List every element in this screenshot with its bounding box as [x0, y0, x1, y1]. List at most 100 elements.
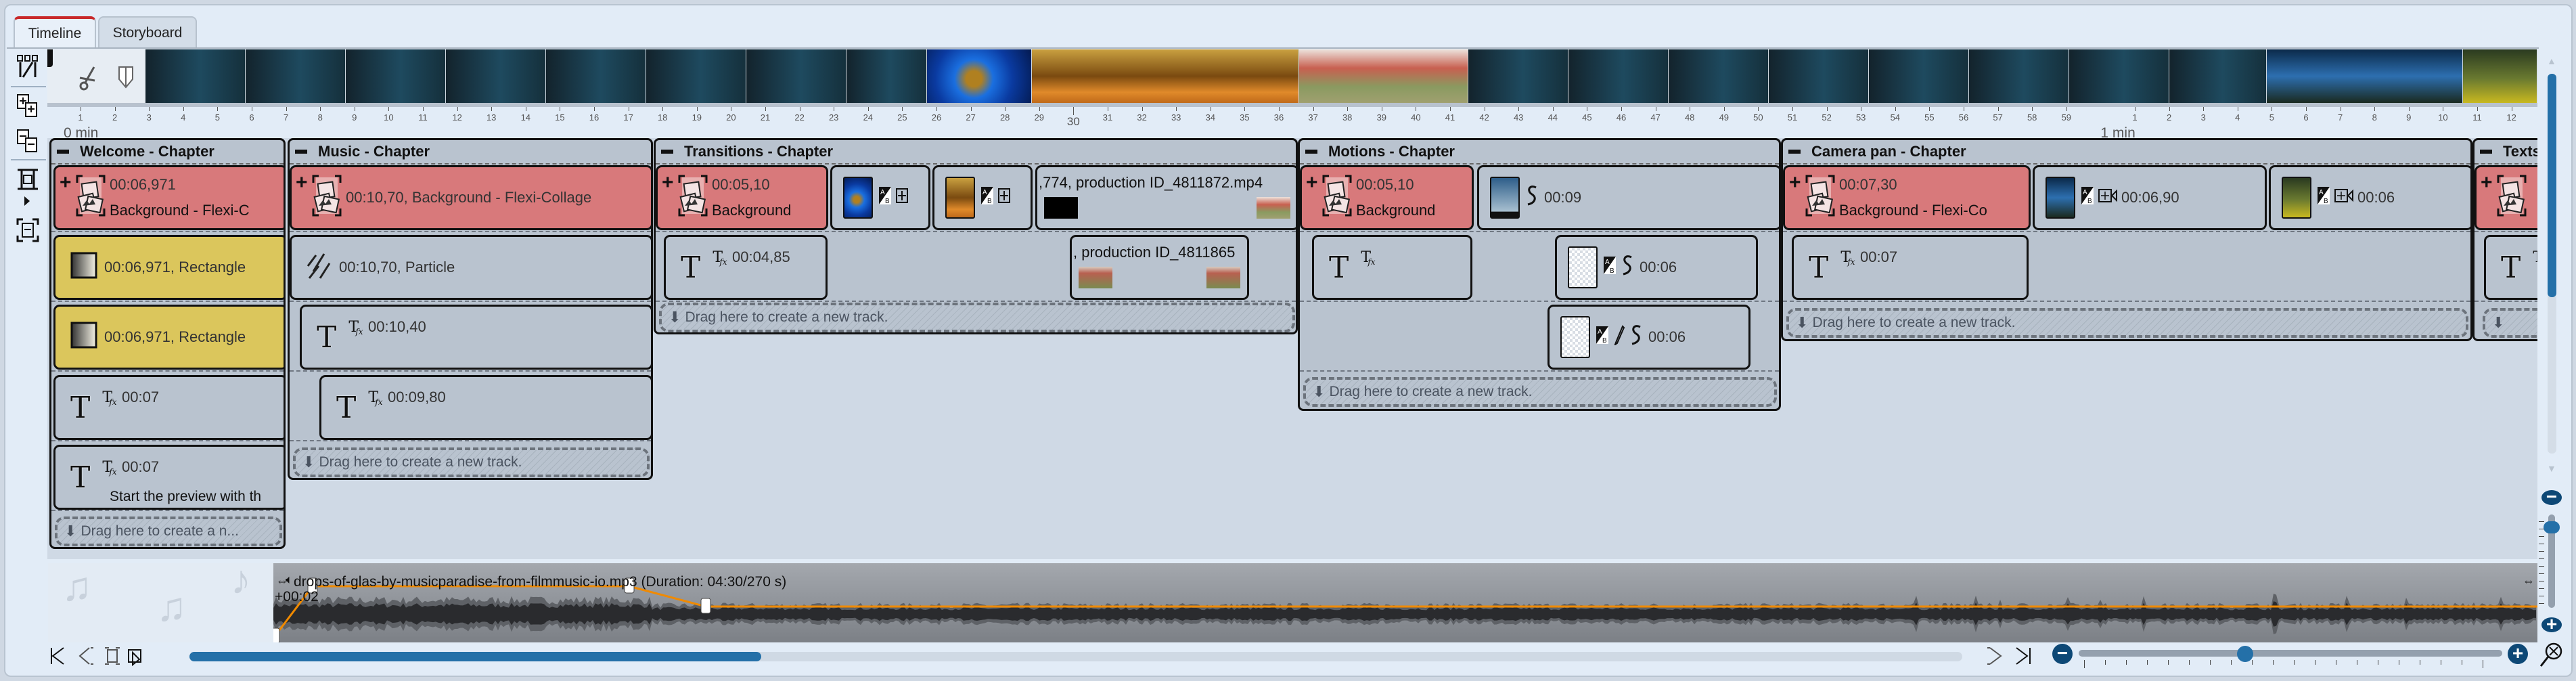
video-clip[interactable]: , production ID_4811865: [1070, 235, 1249, 300]
chapter-header[interactable]: Motions - Chapter: [1300, 140, 1779, 164]
flexi-collage-icon: [1322, 175, 1352, 221]
fit-height-icon[interactable]: [16, 167, 39, 192]
speaker-icon[interactable]: 🔈︎: [286, 573, 293, 587]
horizontal-scrollbar-thumb[interactable]: [189, 652, 761, 661]
text-clip[interactable]: T Tfx 00:07: [1792, 235, 2029, 300]
ruler-tick: [1895, 107, 1896, 111]
ruler-label: 5: [2269, 112, 2275, 123]
track-height-thumb[interactable]: [2544, 521, 2560, 533]
chapter-header[interactable]: Texts: [2475, 140, 2537, 164]
audio-resize-handle-icon[interactable]: ⇔: [2523, 574, 2535, 588]
collage-clip[interactable]: +00:07,30 Background - Flexi-Co: [1783, 165, 2031, 230]
scroll-up-arrow-icon[interactable]: ▲: [2547, 56, 2556, 66]
track-height-decrease-button[interactable]: −: [2541, 487, 2562, 506]
collapse-icon[interactable]: [1788, 150, 1801, 154]
ruler-label: 12: [452, 112, 462, 123]
collapse-icon[interactable]: [1305, 150, 1317, 154]
new-track-drop-zone[interactable]: ⬇ Drag here to create a new track.: [1303, 377, 1777, 407]
text-object-icon: T: [1329, 250, 1349, 285]
rectangle-clip[interactable]: 00:06,971, Rectangle: [53, 305, 284, 370]
particle-clip[interactable]: 00:10,70, Particle: [290, 235, 651, 300]
expand-plus-icon[interactable]: +: [662, 173, 674, 193]
collapse-icon[interactable]: [295, 150, 307, 154]
expand-plus-icon[interactable]: +: [296, 173, 308, 193]
new-track-drop-zone[interactable]: ⬇ Drag here to create a new track.: [659, 303, 1295, 332]
image-clip[interactable]: A B 00:06,90: [2033, 165, 2267, 230]
image-clip[interactable]: A B 00:06: [1555, 235, 1758, 300]
next-marker-icon[interactable]: [1986, 646, 2005, 666]
text-clip[interactable]: T Tfx 00:09,80: [319, 375, 651, 440]
particle-icon: [305, 251, 332, 284]
expand-plus-icon[interactable]: +: [1789, 173, 1801, 193]
text-clip[interactable]: T Tfx: [1312, 235, 1472, 300]
expand-all-icon[interactable]: [16, 93, 39, 118]
text-clip[interactable]: T Tfx 00:07: [53, 375, 284, 440]
text-clip[interactable]: T Tfx 00:07 Start the preview with th: [53, 445, 284, 510]
text-clip[interactable]: T Tfx 00:04,85: [664, 235, 828, 300]
chapter-header[interactable]: Welcome - Chapter: [51, 140, 284, 164]
fit-all-icon[interactable]: [16, 218, 39, 242]
collapse-icon[interactable]: [57, 150, 69, 154]
chapter-camera-pan-chapter: Camera pan - Chapter +00:07,30 Background …: [1781, 138, 2472, 341]
video-thumbnail: [2169, 49, 2267, 103]
chapter-header[interactable]: Transitions - Chapter: [656, 140, 1296, 164]
collapse-all-icon[interactable]: [16, 129, 39, 153]
image-clip[interactable]: 00:09: [1477, 165, 1779, 230]
image-clip[interactable]: AB: [932, 165, 1033, 230]
collage-clip[interactable]: +: [2475, 165, 2537, 230]
ruler-label: 44: [1547, 112, 1558, 123]
expand-plus-icon[interactable]: +: [1306, 173, 1318, 193]
track-height-increase-button[interactable]: +: [2541, 615, 2562, 634]
vertical-scrollbar-thumb[interactable]: [2548, 74, 2556, 297]
ruler-label: 2: [112, 112, 118, 123]
text-clip[interactable]: T Tfx: [2484, 235, 2537, 300]
fit-selection-icon[interactable]: [103, 646, 122, 666]
new-track-drop-zone[interactable]: ⬇ Drag here to create a new track.: [1786, 308, 2468, 338]
thumbnail-strip[interactable]: [47, 49, 2537, 103]
expand-plus-icon[interactable]: +: [60, 173, 72, 193]
chapter-header[interactable]: Music - Chapter: [290, 140, 651, 164]
marker-icon[interactable]: [118, 66, 134, 89]
image-clip[interactable]: A B 00:06: [2269, 165, 2470, 230]
new-track-drop-zone[interactable]: ⬇ Drag here to create a new track.: [293, 447, 650, 477]
text-clip[interactable]: T Tfx 00:10,40: [300, 305, 651, 370]
zoom-fit-magnifier-icon[interactable]: [2539, 642, 2563, 669]
rectangle-clip[interactable]: 00:06,971, Rectangle: [53, 235, 284, 300]
tab-storyboard[interactable]: Storyboard: [98, 16, 197, 48]
collage-clip[interactable]: +00:06,971 Background - Flexi-C: [53, 165, 284, 230]
go-to-end-icon[interactable]: [2014, 646, 2033, 666]
expand-plus-icon[interactable]: +: [2481, 173, 2493, 193]
horizontal-zoom-slider[interactable]: [2079, 650, 2502, 657]
expand-toolbar-arrow-icon[interactable]: [24, 196, 30, 206]
ruler-label: 49: [1719, 112, 1730, 123]
collapse-icon[interactable]: [2480, 150, 2492, 154]
new-track-drop-zone[interactable]: ⬇ Drag here to create a n...: [55, 517, 282, 546]
split-tracks-icon[interactable]: [16, 54, 39, 79]
image-clip[interactable]: AB: [830, 165, 930, 230]
scissors-icon[interactable]: [78, 64, 98, 91]
volume-keyframe-handle[interactable]: [273, 628, 280, 642]
collapse-icon[interactable]: [661, 150, 673, 154]
jump-to-playhead-icon[interactable]: [126, 646, 145, 666]
playhead-marker[interactable]: [47, 49, 53, 67]
tab-timeline[interactable]: Timeline: [14, 16, 96, 48]
collage-clip[interactable]: +00:10,70, Background - Flexi-Collage: [290, 165, 651, 230]
toolbar-separator: [11, 159, 46, 160]
audio-track[interactable]: drops-of-glas-by-musicparadise-from-film…: [273, 563, 2537, 642]
previous-marker-icon[interactable]: [76, 646, 95, 666]
collage-clip[interactable]: +00:05,10 Background: [1300, 165, 1474, 230]
zoom-out-button[interactable]: −: [2052, 644, 2073, 664]
ruler-tick: [1142, 107, 1143, 111]
video-clip[interactable]: ,774, production ID_4811872.mp4: [1035, 165, 1296, 230]
chapter-header[interactable]: Camera pan - Chapter: [1783, 140, 2470, 164]
ruler-tick: [114, 107, 116, 111]
volume-keyframe-handle[interactable]: [700, 598, 711, 614]
new-track-drop-zone[interactable]: ⬇: [2483, 308, 2537, 338]
scroll-down-arrow-icon[interactable]: ▼: [2547, 463, 2556, 474]
horizontal-zoom-thumb[interactable]: [2237, 646, 2253, 662]
time-ruler[interactable]: 1 2 3 4 5 6 7 8 9 10 11 12 13 14 15 16 17 18 19 20 21 22 23 24 2…: [47, 107, 2537, 141]
collage-clip[interactable]: +00:05,10 Background: [656, 165, 828, 230]
zoom-in-button[interactable]: +: [2508, 644, 2528, 664]
image-clip[interactable]: A B 00:06: [1547, 305, 1750, 370]
go-to-start-icon[interactable]: [49, 646, 68, 666]
